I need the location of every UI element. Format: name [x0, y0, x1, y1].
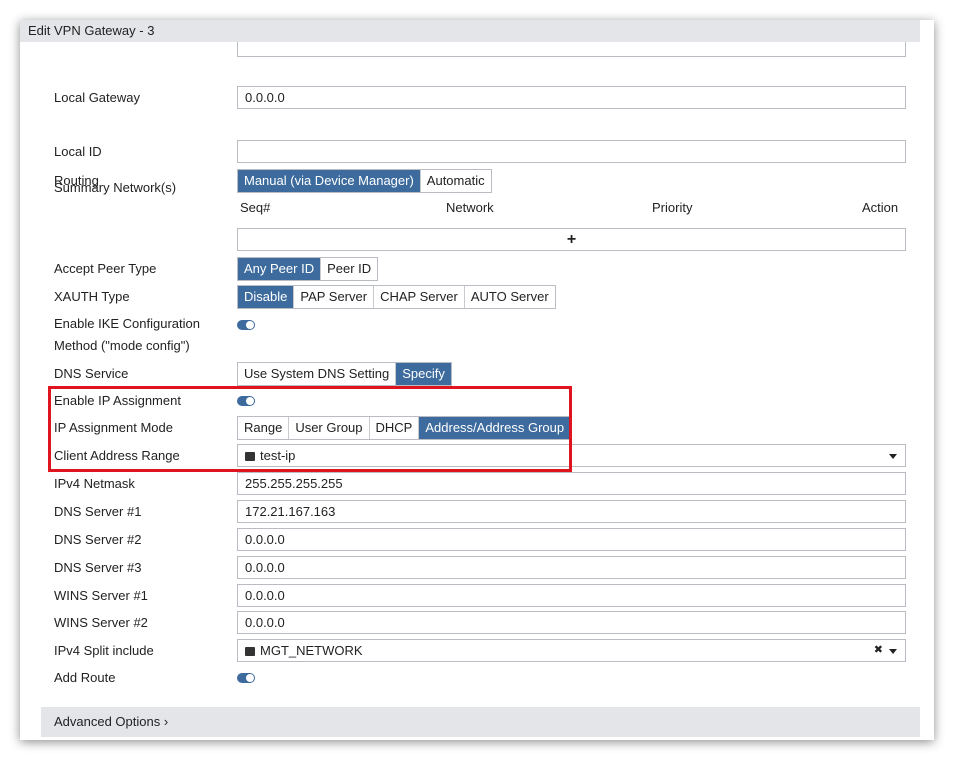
edit-vpn-gateway-dialog: Edit VPN Gateway - 3 Local Gateway 0.0.0.… [20, 20, 934, 740]
split-select[interactable]: MGT_NETWORK ✖ [237, 639, 906, 662]
routing-option[interactable]: Manual (via Device Manager) [238, 170, 421, 192]
dns-service-option[interactable]: Specify [396, 363, 451, 385]
routing-option[interactable]: Automatic [421, 170, 491, 192]
dns2-label: DNS Server #2 [54, 532, 142, 547]
advanced-options-label: Advanced Options [54, 714, 161, 729]
xauth-option[interactable]: CHAP Server [374, 286, 465, 308]
dns1-label: DNS Server #1 [54, 504, 142, 519]
xauth-option[interactable]: PAP Server [294, 286, 375, 308]
wins1-label: WINS Server #1 [54, 588, 148, 603]
col-seq: Seq# [240, 200, 271, 215]
xauth-option[interactable]: AUTO Server [465, 286, 555, 308]
col-network: Network [446, 200, 494, 215]
scrollbar[interactable] [920, 20, 934, 740]
ike-config-toggle[interactable] [237, 320, 255, 330]
clear-icon[interactable]: ✖ [874, 640, 883, 661]
local-id-input[interactable] [237, 140, 906, 163]
local-gateway-input[interactable]: 0.0.0.0 [237, 86, 906, 109]
dns2-input[interactable]: 0.0.0.0 [237, 528, 906, 551]
col-action: Action [862, 200, 899, 215]
accept-peer-label: Accept Peer Type [54, 261, 157, 276]
accept-peer-option[interactable]: Any Peer ID [238, 258, 322, 280]
split-label: IPv4 Split include [54, 643, 154, 658]
accept-peer-option[interactable]: Peer ID [321, 258, 377, 280]
dns-service-button-group: Use System DNS Setting Specify [237, 362, 452, 386]
dns3-input[interactable]: 0.0.0.0 [237, 556, 906, 579]
dns3-label: DNS Server #3 [54, 560, 142, 575]
xauth-option[interactable]: Disable [238, 286, 295, 308]
col-priority: Priority [652, 200, 693, 215]
add-route-label: Add Route [54, 670, 116, 685]
routing-button-group: Manual (via Device Manager) Automatic [237, 169, 492, 193]
selected-value: MGT_NETWORK [260, 643, 363, 658]
dns1-input[interactable]: 172.21.167.163 [237, 500, 906, 523]
netmask-input[interactable]: 255.255.255.255 [237, 472, 906, 495]
xauth-button-group: Disable PAP Server CHAP Server AUTO Server [237, 285, 556, 309]
chevron-down-icon[interactable] [889, 649, 897, 654]
dns-service-option[interactable]: Use System DNS Setting [238, 363, 397, 385]
highlight-box [48, 386, 572, 472]
advanced-options-toggle[interactable]: Advanced Options › [41, 707, 920, 737]
ike-label-2: Method ("mode config") [54, 338, 190, 353]
wins1-input[interactable]: 0.0.0.0 [237, 584, 906, 607]
chevron-down-icon[interactable] [889, 454, 897, 459]
add-summary-network-button[interactable]: + [237, 228, 906, 251]
ike-label-1: Enable IKE Configuration [54, 316, 200, 331]
add-route-toggle[interactable] [237, 673, 255, 683]
network-icon [245, 647, 255, 656]
summary-label: Summary Network(s) [54, 180, 177, 195]
local-id-label: Local ID [54, 144, 102, 159]
dns-service-label: DNS Service [54, 366, 129, 381]
wins2-input[interactable]: 0.0.0.0 [237, 611, 906, 634]
dialog-title: Edit VPN Gateway - 3 [20, 20, 920, 42]
previous-field-input[interactable] [237, 42, 906, 57]
netmask-label: IPv4 Netmask [54, 476, 135, 491]
xauth-label: XAUTH Type [54, 289, 130, 304]
wins2-label: WINS Server #2 [54, 615, 148, 630]
accept-peer-button-group: Any Peer ID Peer ID [237, 257, 379, 281]
local-gateway-label: Local Gateway [54, 90, 140, 105]
chevron-right-icon: › [163, 714, 169, 729]
